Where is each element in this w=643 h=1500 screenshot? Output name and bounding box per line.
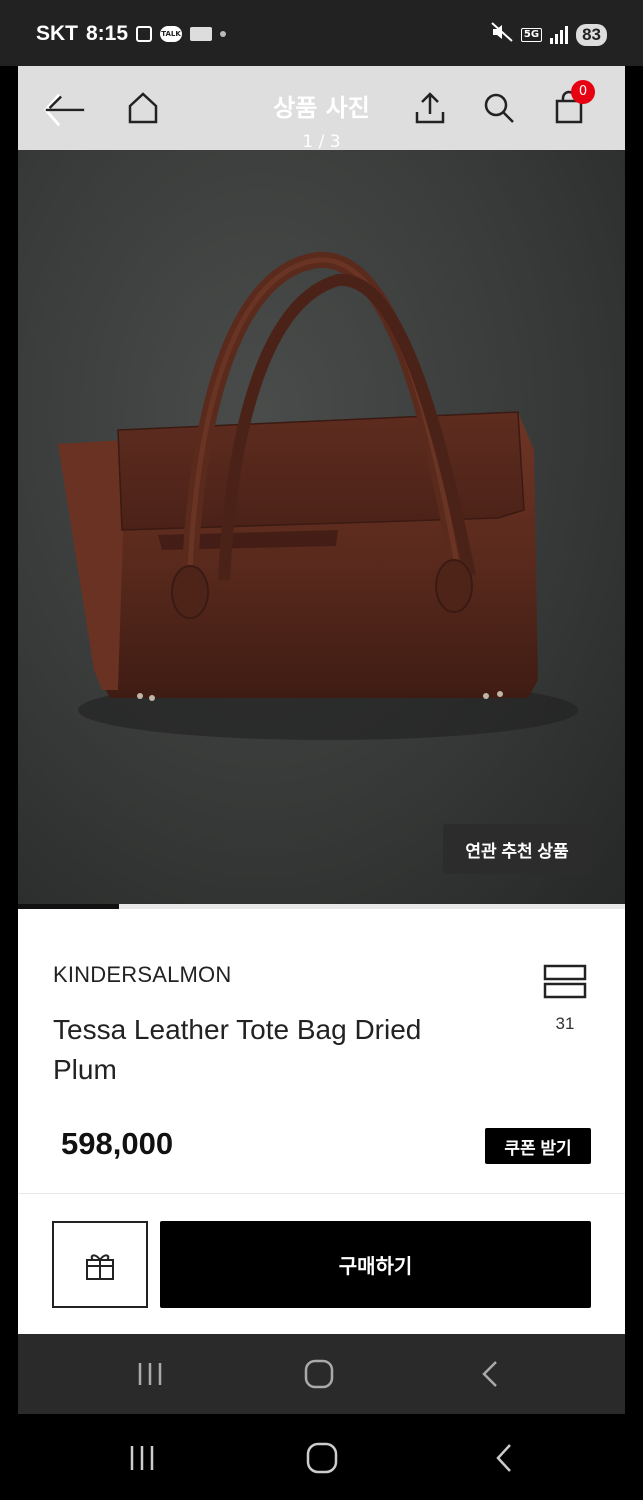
image-progress-fill — [18, 904, 119, 909]
related-products-button[interactable]: 연관 추천 상품 — [443, 824, 591, 874]
inner-nav-bar — [18, 1334, 625, 1414]
cart-button[interactable]: 0 — [545, 80, 595, 132]
home-nav-button[interactable] — [297, 1352, 341, 1396]
notification-icon — [190, 27, 213, 41]
status-bar: SKT 8:15 TALK 5G 83 — [0, 0, 643, 66]
buy-button[interactable]: 구매하기 — [160, 1221, 591, 1308]
back-chevron-icon — [496, 1444, 511, 1472]
product-price: 598,000 — [61, 1126, 174, 1161]
device-home-button[interactable] — [300, 1436, 344, 1480]
device-back-button[interactable] — [482, 1436, 526, 1480]
carrier-label: SKT — [36, 22, 78, 45]
product-name: Tessa Leather Tote Bag Dried Plum — [53, 1014, 422, 1085]
review-button[interactable]: 31 — [540, 964, 590, 1034]
screenshot-icon — [136, 26, 153, 42]
signal-icon — [550, 25, 569, 44]
search-button[interactable] — [475, 84, 523, 132]
battery-level: 83 — [576, 23, 607, 46]
back-nav-button[interactable] — [468, 1352, 512, 1396]
product-image[interactable]: 연관 추천 상품 — [18, 150, 625, 906]
gift-icon — [86, 1253, 114, 1280]
leather-bag-illustration — [58, 251, 578, 740]
recent-apps-icon — [138, 1363, 162, 1385]
mute-icon — [491, 22, 513, 47]
device-recent-apps-button[interactable] — [120, 1436, 164, 1480]
review-list-icon — [543, 964, 587, 999]
device-nav-bar — [0, 1414, 643, 1500]
status-bar-left: SKT 8:15 TALK — [36, 22, 227, 46]
home-circle-icon — [304, 1359, 334, 1389]
brand-name[interactable]: KINDERSALMON — [53, 962, 231, 988]
gift-button[interactable] — [52, 1221, 148, 1308]
cart-badge: 0 — [571, 80, 595, 104]
status-bar-right: 5G 83 — [491, 22, 607, 47]
recent-apps-button[interactable] — [128, 1352, 172, 1396]
recent-apps-icon — [130, 1446, 154, 1470]
review-count: 31 — [555, 1014, 575, 1033]
home-circle-icon — [306, 1442, 338, 1474]
clock: 8:15 — [86, 22, 129, 45]
network-type: 5G — [520, 27, 543, 42]
talk-icon: TALK — [160, 26, 183, 42]
more-notifications-icon — [220, 31, 227, 37]
app-screen: 상품 사진 1 / 3 0 연관 추천 상품 KINDERSALMON Tess… — [18, 66, 625, 1414]
image-counter: 1 / 3 — [302, 132, 341, 152]
coupon-button[interactable]: 쿠폰 받기 — [485, 1128, 591, 1164]
search-icon — [484, 93, 514, 123]
top-navigation: 상품 사진 1 / 3 0 — [18, 66, 625, 152]
page-title: 상품 사진 — [273, 94, 370, 122]
divider — [18, 1193, 625, 1194]
image-progress-bar — [18, 904, 625, 909]
back-chevron-icon — [482, 1361, 497, 1387]
share-icon — [415, 92, 445, 124]
share-button[interactable] — [406, 84, 454, 132]
